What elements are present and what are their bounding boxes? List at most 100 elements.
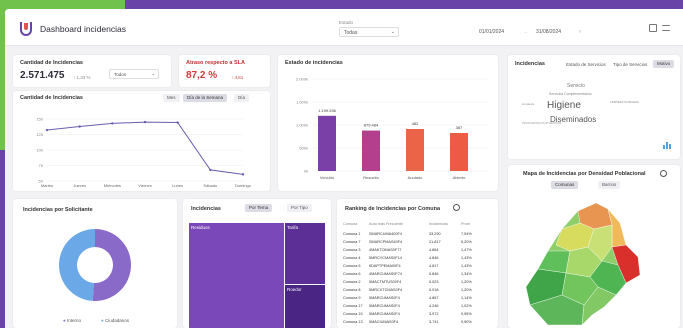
x-tick-label: Domingo — [235, 183, 252, 188]
table-cell: 4MAKTOMAS0F77 — [369, 248, 402, 252]
legend-dot-icon: ● — [101, 318, 104, 323]
bar[interactable] — [406, 129, 424, 171]
status-filter[interactable]: Todas ⌄ — [339, 27, 399, 37]
table-cell: SMARCPMAS40F4 — [369, 240, 403, 244]
table-cell: 4MARCUMAS0F74 — [369, 272, 402, 276]
x-tick-label: Resuelto — [363, 175, 380, 180]
y-tick-label: 1.500k — [296, 100, 308, 105]
table-cell: Comuna 15 — [343, 312, 363, 316]
table-cell: 4.867 — [429, 296, 439, 300]
line-point[interactable] — [143, 120, 147, 124]
menu-icon[interactable] — [662, 25, 670, 31]
bar[interactable] — [362, 130, 380, 171]
data-label: 879.484 — [364, 123, 379, 128]
table-cell: Comuna 6 — [343, 272, 361, 276]
table-row[interactable]: Comuna 17 5MARCUMAS0F4 4.246 1,02% — [343, 304, 488, 310]
tab-tipo-servicios[interactable]: Tipo de Servicios — [613, 62, 647, 67]
table-cell: 4.246 — [429, 304, 439, 308]
table-row[interactable]: Comuna 13 5MACIUMAS0F4 3.741 0,90% — [343, 320, 488, 326]
x-tick-label: Jueves — [73, 183, 86, 188]
data-label: 387 — [456, 125, 463, 130]
treemap-cell-roedor[interactable]: Roedor — [285, 285, 325, 328]
status-filter-value: Todas — [344, 30, 358, 36]
table-row[interactable]: Comuna 4 5MRCYCMAS0F14 4.846 1,43% — [343, 256, 488, 262]
table-row[interactable]: Comuna 6 4MARCUMAS0F74 5.846 1,34% — [343, 272, 488, 278]
word-cloud-title: Incidencias — [515, 61, 545, 67]
table-row[interactable]: Comuna 2 5MACTMTUS00F4 5.023 1,20% — [343, 280, 488, 286]
bar[interactable] — [318, 115, 336, 171]
line-point[interactable] — [241, 173, 245, 176]
line-chart-card: Cantidad de Incidencias Mes Día de la Se… — [13, 91, 270, 191]
tab-por-tipo[interactable]: Por Tipo — [287, 204, 312, 212]
table-cell: 5.023 — [429, 280, 439, 284]
column-header[interactable]: Auto más Frecuente — [369, 222, 403, 226]
column-header[interactable]: Prom — [461, 222, 470, 226]
filter-label: Estado — [339, 20, 354, 25]
table-row[interactable]: Comuna 5 6DAPTPEMA00F4 4.817 1,43% — [343, 264, 488, 270]
header: Dashboard incidencias Estado Todas ⌄ 01/… — [5, 9, 683, 46]
dashboard: Dashboard incidencias Estado Todas ⌄ 01/… — [5, 9, 683, 328]
word-cloud-term[interactable]: PROPUESTAS POR VECINOS — [522, 121, 561, 125]
legend-dot-icon: ● — [63, 318, 66, 323]
table-row[interactable]: Comuna 1 SMARCUMA400F4 33.290 7,54% — [343, 232, 488, 238]
x-tick-label: Sábado — [203, 183, 218, 188]
table-cell: 1,47% — [461, 248, 472, 252]
table-cell: 4.846 — [429, 256, 439, 260]
word-cloud-term[interactable]: Servicios Complementarios — [549, 92, 592, 96]
table-cell: 1,14% — [461, 296, 472, 300]
kpi-incidencias-select[interactable]: Todos ⌄ — [109, 69, 159, 79]
donut-chart — [58, 229, 131, 301]
treemap-cell-tarifa[interactable]: Tarifa — [285, 223, 325, 284]
word-cloud-term[interactable]: Limpieza — [522, 102, 534, 106]
y-tick-label: 500k — [299, 146, 308, 151]
table-cell: 5,20% — [461, 240, 472, 244]
table-row[interactable]: Comuna 15 5MARCUMAS0F4 3.972 0,95% — [343, 312, 488, 318]
table-row[interactable]: Comuna 3 4MAKTOMAS0F77 4.864 1,47% — [343, 248, 488, 254]
date-from[interactable]: 01/01/2024 — [479, 27, 504, 37]
table-cell: 5MACTMTUS00F4 — [369, 280, 402, 284]
column-header[interactable]: Comuna — [343, 222, 357, 226]
table-cell: Comuna 5 — [343, 264, 361, 268]
donut-slice[interactable] — [58, 229, 95, 301]
line-point[interactable] — [209, 168, 212, 172]
word-cloud-term[interactable]: Higiene — [547, 100, 581, 111]
word-cloud-term[interactable]: Servicio — [567, 83, 585, 89]
tab-estado-servicios[interactable]: Estado de Servicios — [566, 62, 606, 67]
bar-chart-card: Estado de incidencias 2.000k 1.500k 1.000k… — [278, 55, 498, 191]
bar[interactable] — [450, 133, 468, 171]
treemap-cell-residuos[interactable]: Residuos — [189, 223, 284, 328]
choropleth-map[interactable] — [508, 165, 680, 328]
donut-slice[interactable] — [92, 229, 131, 301]
table-cell: 33.290 — [429, 232, 441, 236]
line-point[interactable] — [78, 125, 81, 128]
kpi-sla-card: Atraso respecto a SLA 87,2 % ↑ 4,61 — [179, 55, 270, 87]
table-cell: Comuna 4 — [343, 256, 361, 260]
ranking-title: Ranking de Incidencias por Comuna — [345, 206, 441, 212]
column-header[interactable]: Incidencias — [429, 222, 448, 226]
bar-chart-icon[interactable] — [663, 141, 673, 149]
table-cell: 4.864 — [429, 248, 439, 252]
table-cell: 1,43% — [461, 256, 472, 260]
table-cell: 0,90% — [461, 320, 472, 324]
line-point[interactable] — [176, 121, 179, 124]
tab-por-tema[interactable]: Por Tema — [245, 204, 273, 212]
y-tick-label: 75 — [39, 163, 44, 168]
table-row[interactable]: Comuna 9 5MARCUMAS0F4 4.867 1,14% — [343, 296, 488, 302]
word-cloud-term[interactable]: LIMPIEZA INTEGRAL — [610, 100, 639, 104]
date-to[interactable]: 31/08/2024 — [536, 27, 561, 37]
table-view-icon[interactable] — [649, 24, 657, 32]
tab-motivo[interactable]: Motivo — [653, 60, 675, 68]
info-icon[interactable] — [453, 204, 460, 211]
table-cell: Comuna 7 — [343, 240, 361, 244]
table-row[interactable]: Comuna 7 SMARCPMAS40F4 21.817 5,20% — [343, 240, 488, 246]
table-cell: 5MRCXTCMAS0F4 — [369, 288, 403, 292]
table-row[interactable]: Comuna 8 5MRCXTCMAS0F4 5.018 1,20% — [343, 288, 488, 294]
x-tick-label: Lunes — [172, 183, 183, 188]
legend-ciudadanos: ● Ciudadanos — [101, 318, 129, 323]
data-label: 1.199.536 — [318, 108, 337, 113]
line-point[interactable] — [45, 128, 49, 132]
calendar-icon[interactable]: ▿ — [579, 27, 582, 37]
line-point[interactable] — [111, 122, 114, 125]
kpi-select-value: Todos — [114, 72, 127, 77]
table-header: Comuna Auto más Frecuente Incidencias Prom — [343, 222, 488, 228]
